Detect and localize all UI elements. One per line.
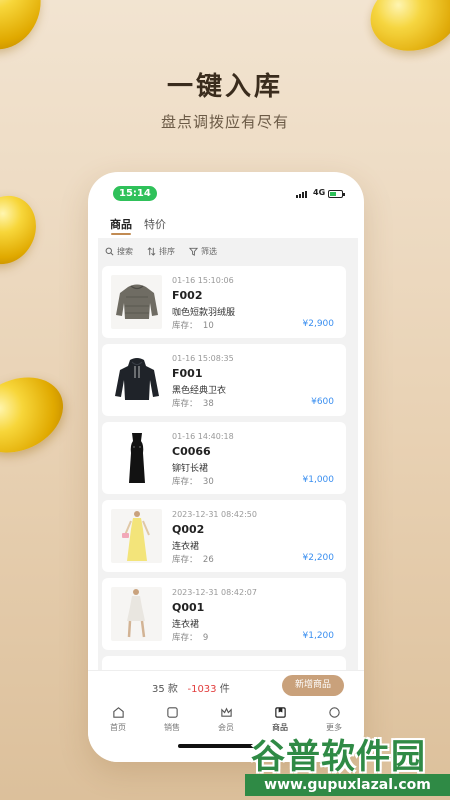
product-image bbox=[111, 587, 162, 641]
network-label: 4G bbox=[313, 188, 326, 197]
nav-home[interactable]: 首页 bbox=[98, 706, 138, 733]
product-name: 连衣裙 bbox=[172, 620, 200, 630]
gold-coin-decoration bbox=[0, 0, 53, 61]
product-stock: 库存： 26 bbox=[172, 555, 214, 565]
product-image bbox=[111, 431, 162, 485]
product-card[interactable]: 2023-12-31 08:42:50 Q002 连衣裙 库存： 26 ¥2,2… bbox=[102, 500, 346, 572]
product-image bbox=[111, 509, 162, 563]
product-code: Q002 bbox=[172, 523, 205, 536]
product-price: ¥600 bbox=[311, 397, 334, 407]
product-price: ¥1,000 bbox=[302, 475, 335, 485]
product-date: 2023-12-31 08:42:50 bbox=[172, 510, 257, 519]
product-image bbox=[111, 353, 162, 407]
product-date: 2023-12-31 08:42:07 bbox=[172, 588, 257, 597]
product-code: Q001 bbox=[172, 601, 205, 614]
product-list-area: 搜索 排序 筛选 01-16 15:10:06 F002 咖色短款羽绒服 库存：… bbox=[98, 238, 358, 670]
product-name: 连衣裙 bbox=[172, 542, 200, 552]
watermark-title: 谷普软件园 bbox=[251, 737, 426, 777]
filter-icon bbox=[189, 247, 198, 256]
tab-products[interactable]: 商品 bbox=[110, 216, 132, 232]
filter-button[interactable]: 筛选 bbox=[189, 246, 217, 257]
search-button[interactable]: 搜索 bbox=[105, 246, 133, 257]
add-product-button[interactable]: 新增商品 bbox=[282, 675, 344, 696]
product-icon bbox=[274, 707, 286, 718]
phone-mockup: 15:14 4G 商品 特价 搜索 排序 筛选 01-16 15:10:06 F… bbox=[88, 172, 364, 762]
sort-label: 排序 bbox=[159, 246, 175, 256]
stock-value: 38 bbox=[202, 399, 214, 409]
product-date: 01-16 14:40:18 bbox=[172, 432, 234, 441]
member-icon bbox=[220, 707, 232, 717]
signal-icon bbox=[296, 191, 307, 198]
product-stock: 库存： 9 bbox=[172, 633, 209, 643]
summary-bar: 35 款 -1033 件 新增商品 bbox=[88, 670, 364, 702]
sales-icon bbox=[166, 707, 178, 718]
gold-coin-decoration bbox=[362, 0, 450, 61]
product-card[interactable]: 2023-12-31 08:42:07 Q001 连衣裙 库存： 9 ¥1,20… bbox=[102, 578, 346, 650]
stock-value: 26 bbox=[202, 555, 214, 565]
style-count-unit: 款 bbox=[167, 684, 178, 695]
watermark-url: www.gupuxlazal.com bbox=[245, 774, 450, 796]
product-card-partial[interactable] bbox=[102, 656, 346, 670]
product-stock: 库存： 10 bbox=[172, 321, 214, 331]
filter-label: 筛选 bbox=[201, 246, 217, 256]
status-time: 15:14 bbox=[113, 186, 157, 201]
sort-button[interactable]: 排序 bbox=[147, 246, 175, 257]
product-card[interactable]: 01-16 15:10:06 F002 咖色短款羽绒服 库存： 10 ¥2,90… bbox=[102, 266, 346, 338]
quantity-total: -1033 bbox=[187, 684, 217, 695]
sort-icon bbox=[147, 246, 156, 256]
product-date: 01-16 15:10:06 bbox=[172, 276, 234, 285]
active-tab-indicator bbox=[111, 233, 131, 235]
search-label: 搜索 bbox=[117, 246, 133, 256]
search-icon bbox=[105, 247, 114, 255]
style-count: 35 bbox=[152, 684, 165, 695]
product-name: 铆钉长裙 bbox=[172, 464, 209, 474]
product-image bbox=[111, 275, 162, 329]
quantity-unit: 件 bbox=[219, 684, 230, 695]
product-code: C0066 bbox=[172, 445, 211, 458]
product-price: ¥1,200 bbox=[302, 631, 335, 641]
nav-member[interactable]: 会员 bbox=[206, 706, 246, 733]
more-icon bbox=[328, 707, 340, 718]
product-name: 咖色短款羽绒服 bbox=[172, 308, 236, 318]
tab-specials[interactable]: 特价 bbox=[144, 216, 166, 232]
product-code: F001 bbox=[172, 367, 203, 380]
product-date: 01-16 15:08:35 bbox=[172, 354, 234, 363]
product-price: ¥2,200 bbox=[302, 553, 335, 563]
product-stock: 库存： 38 bbox=[172, 399, 214, 409]
stock-value: 30 bbox=[202, 477, 214, 487]
product-stock: 库存： 30 bbox=[172, 477, 214, 487]
stock-value: 10 bbox=[202, 321, 214, 331]
product-card[interactable]: 01-16 14:40:18 C0066 铆钉长裙 库存： 30 ¥1,000 bbox=[102, 422, 346, 494]
list-toolbar: 搜索 排序 筛选 bbox=[98, 238, 358, 264]
product-code: F002 bbox=[172, 289, 203, 302]
promo-subline: 盘点调拨应有尽有 bbox=[160, 113, 289, 131]
promo-headline: 一键入库 bbox=[166, 72, 283, 102]
home-icon bbox=[112, 707, 124, 718]
gold-coin-decoration bbox=[0, 185, 47, 275]
watermark-logo: 谷普软件园 www.gupuxlazal.com bbox=[245, 729, 450, 800]
tab-bar: 商品 特价 bbox=[110, 216, 166, 232]
stock-value: 9 bbox=[202, 633, 209, 643]
gold-coin-decoration bbox=[0, 363, 76, 467]
product-card[interactable]: 01-16 15:08:35 F001 黑色经典卫衣 库存： 38 ¥600 bbox=[102, 344, 346, 416]
product-name: 黑色经典卫衣 bbox=[172, 386, 227, 396]
nav-sales[interactable]: 销售 bbox=[152, 706, 192, 733]
product-price: ¥2,900 bbox=[302, 319, 335, 329]
status-bar: 15:14 4G bbox=[88, 172, 364, 212]
summary-count: 35 款 -1033 件 bbox=[152, 680, 230, 695]
battery-icon bbox=[328, 190, 345, 198]
